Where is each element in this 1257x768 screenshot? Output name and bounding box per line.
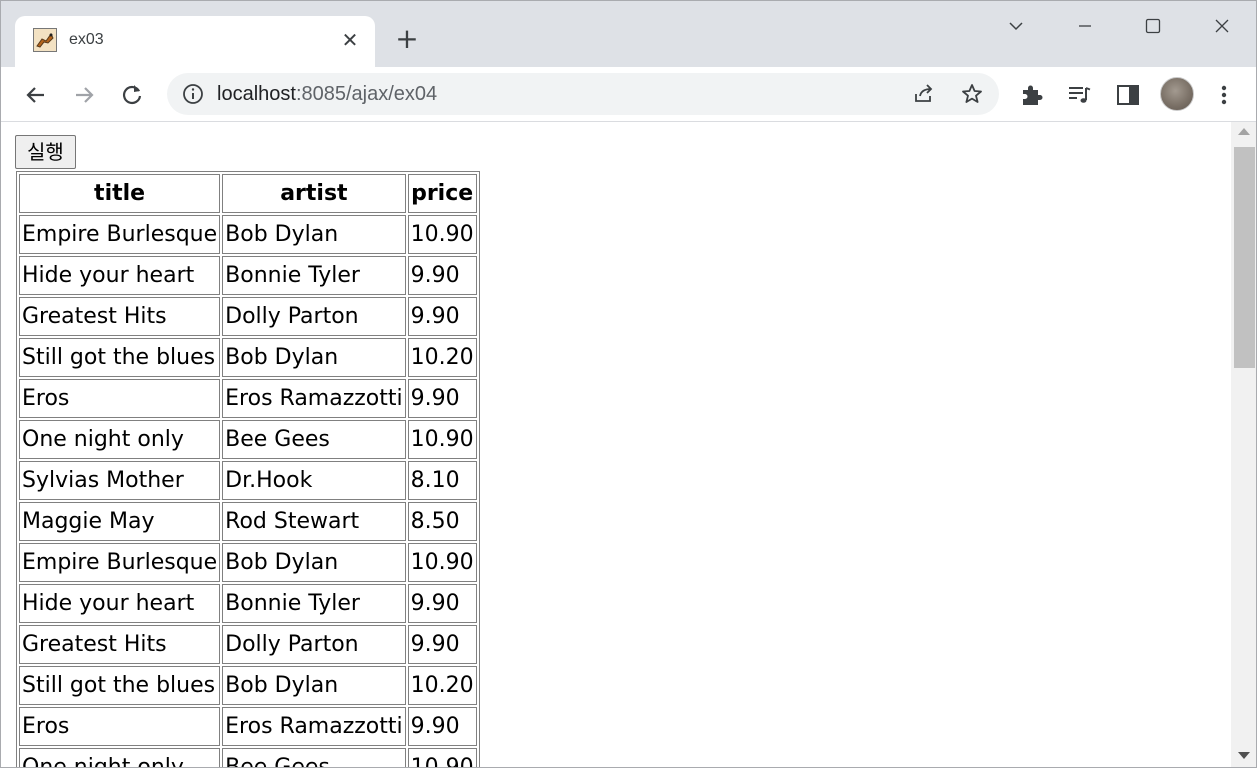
cell-artist: Bob Dylan (222, 338, 406, 377)
profile-avatar[interactable] (1160, 77, 1194, 111)
cell-price: 10.90 (407, 215, 477, 254)
cell-artist: Bee Gees (222, 420, 406, 459)
page-content: 실행 title artist price Empire Burlesque Bo… (1, 122, 1231, 767)
cd-table: title artist price Empire Burlesque Bob D… (16, 171, 480, 767)
cell-price: 9.90 (407, 256, 477, 295)
cell-price: 9.90 (407, 584, 477, 623)
cell-title: Maggie May (19, 502, 221, 541)
tab-title: ex03 (69, 31, 104, 48)
site-info-icon[interactable] (181, 82, 205, 106)
cell-artist: Eros Ramazzotti (222, 707, 406, 746)
url-text[interactable]: localhost:8085/ajax/ex04 (217, 83, 437, 106)
cell-price: 9.90 (407, 625, 477, 664)
tab-search-icon[interactable] (996, 9, 1036, 41)
cell-price: 9.90 (407, 379, 477, 418)
cell-artist: Bee Gees (222, 748, 406, 767)
tab-ex03[interactable]: ex03 ✕ (15, 16, 375, 67)
cell-title: Hide your heart (19, 584, 221, 623)
cell-price: 10.20 (407, 666, 477, 705)
table-row: Greatest Hits Dolly Parton 9.90 (19, 625, 477, 664)
table-row: One night only Bee Gees 10.90 (19, 420, 477, 459)
table-row: Hide your heart Bonnie Tyler 9.90 (19, 256, 477, 295)
new-tab-button[interactable]: + (393, 25, 421, 53)
cell-title: One night only (19, 748, 221, 767)
menu-icon[interactable] (1210, 81, 1238, 109)
tomcat-icon (33, 28, 57, 52)
cell-title: Empire Burlesque (19, 215, 221, 254)
cell-artist: Rod Stewart (222, 502, 406, 541)
table-row: Eros Eros Ramazzotti 9.90 (19, 379, 477, 418)
cell-title: Sylvias Mother (19, 461, 221, 500)
browser-window: ex03 ✕ + localhost:8085/ajax/ex04 실행 tit… (0, 0, 1257, 768)
cell-artist: Bonnie Tyler (222, 256, 406, 295)
header-artist: artist (222, 174, 406, 213)
close-window-icon[interactable] (1202, 9, 1242, 41)
url-path: :8085/ajax/ex04 (295, 83, 438, 105)
forward-icon[interactable] (70, 81, 98, 109)
cell-price: 8.50 (407, 502, 477, 541)
header-title: title (19, 174, 221, 213)
tab-strip: ex03 ✕ + (1, 1, 1256, 67)
media-queue-icon[interactable] (1066, 81, 1094, 109)
cell-artist: Dolly Parton (222, 625, 406, 664)
table-row: Eros Eros Ramazzotti 9.90 (19, 707, 477, 746)
table-row: Maggie May Rod Stewart 8.50 (19, 502, 477, 541)
cell-artist: Bob Dylan (222, 543, 406, 582)
table-header-row: title artist price (19, 174, 477, 213)
cell-title: Hide your heart (19, 256, 221, 295)
reload-icon[interactable] (118, 81, 146, 109)
cell-title: Still got the blues (19, 338, 221, 377)
cell-artist: Bob Dylan (222, 666, 406, 705)
table-row: Empire Burlesque Bob Dylan 10.90 (19, 215, 477, 254)
cell-price: 10.20 (407, 338, 477, 377)
side-panel-icon[interactable] (1114, 81, 1142, 109)
bookmark-star-icon[interactable] (960, 82, 984, 106)
run-button[interactable]: 실행 (15, 135, 76, 169)
table-row: Sylvias Mother Dr.Hook 8.10 (19, 461, 477, 500)
cell-title: One night only (19, 420, 221, 459)
cell-title: Empire Burlesque (19, 543, 221, 582)
table-body: Empire Burlesque Bob Dylan 10.90 Hide your … (19, 215, 477, 767)
scroll-down-arrow-icon[interactable] (1238, 752, 1250, 759)
browser-toolbar: localhost:8085/ajax/ex04 (1, 67, 1256, 122)
cell-price: 10.90 (407, 420, 477, 459)
cell-title: Greatest Hits (19, 625, 221, 664)
table-row: Still got the blues Bob Dylan 10.20 (19, 338, 477, 377)
vertical-scrollbar[interactable] (1231, 122, 1256, 767)
table-row: Hide your heart Bonnie Tyler 9.90 (19, 584, 477, 623)
cell-artist: Dr.Hook (222, 461, 406, 500)
cell-price: 8.10 (407, 461, 477, 500)
cell-price: 10.90 (407, 748, 477, 767)
table-row: Greatest Hits Dolly Parton 9.90 (19, 297, 477, 336)
extensions-icon[interactable] (1018, 81, 1046, 109)
cell-title: Eros (19, 379, 221, 418)
table-row: One night only Bee Gees 10.90 (19, 748, 477, 767)
address-bar[interactable]: localhost:8085/ajax/ex04 (167, 73, 999, 115)
back-icon[interactable] (22, 81, 50, 109)
table-row: Still got the blues Bob Dylan 10.20 (19, 666, 477, 705)
cell-artist: Bob Dylan (222, 215, 406, 254)
cell-artist: Eros Ramazzotti (222, 379, 406, 418)
minimize-icon[interactable] (1065, 9, 1105, 41)
cell-title: Greatest Hits (19, 297, 221, 336)
table-row: Empire Burlesque Bob Dylan 10.90 (19, 543, 477, 582)
close-tab-icon[interactable]: ✕ (339, 30, 361, 52)
url-host: localhost (217, 83, 296, 105)
cell-artist: Dolly Parton (222, 297, 406, 336)
cell-price: 9.90 (407, 707, 477, 746)
cell-title: Still got the blues (19, 666, 221, 705)
cell-artist: Bonnie Tyler (222, 584, 406, 623)
scroll-up-arrow-icon[interactable] (1238, 128, 1250, 135)
cell-title: Eros (19, 707, 221, 746)
cell-price: 10.90 (407, 543, 477, 582)
scrollbar-thumb[interactable] (1234, 147, 1255, 368)
header-price: price (407, 174, 477, 213)
maximize-icon[interactable] (1133, 9, 1173, 41)
cell-price: 9.90 (407, 297, 477, 336)
share-icon[interactable] (912, 82, 936, 106)
